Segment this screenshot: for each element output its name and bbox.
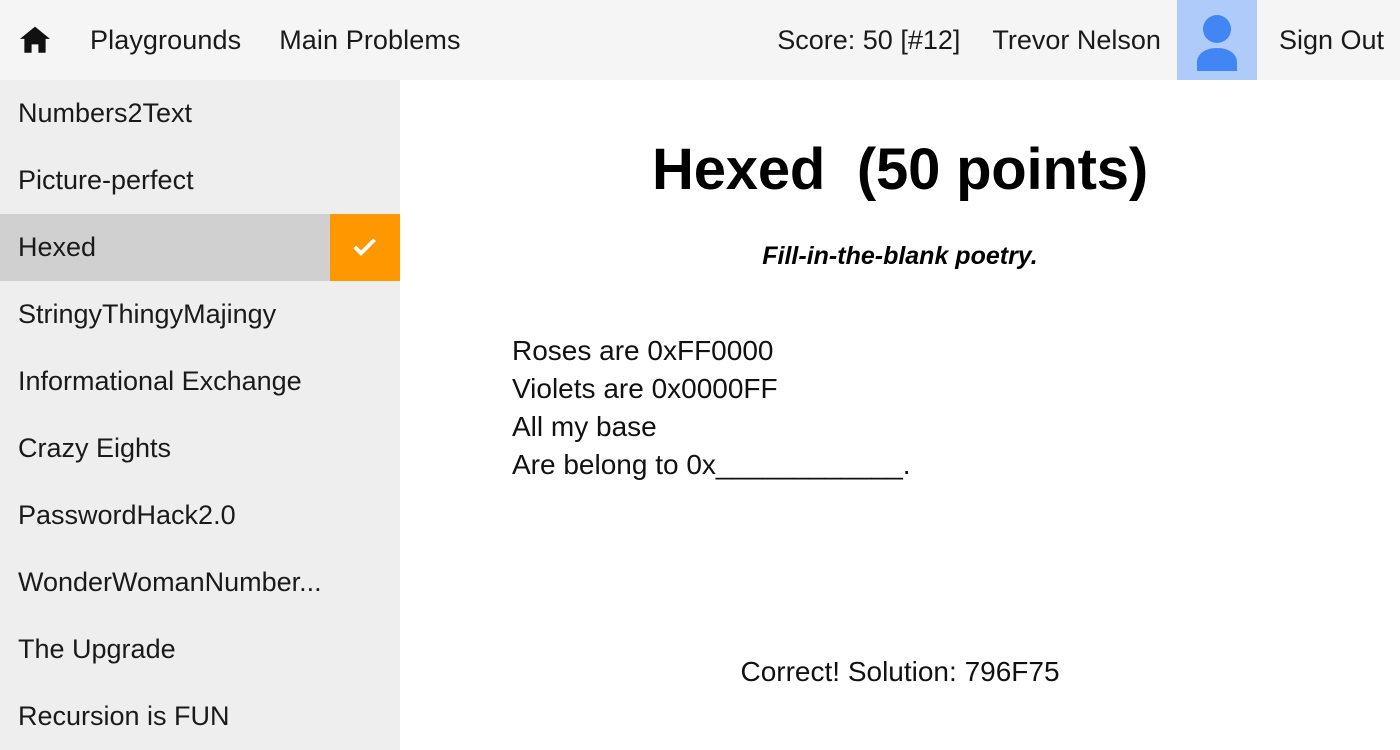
sidebar-item-label: StringyThingyMajingy [18,299,277,329]
nav-link-playgrounds[interactable]: Playgrounds [90,0,241,80]
sidebar-item-label: WonderWomanNumber... [18,567,322,597]
top-navigation-bar: Playgrounds Main Problems Score: 50 [#12… [0,0,1400,80]
sidebar-item-label: Picture-perfect [18,165,194,195]
problem-list-sidebar[interactable]: Numbers2Text Picture-perfect Hexed StringyT… [0,80,400,750]
sidebar-item[interactable]: The Upgrade [0,616,400,683]
sidebar-item[interactable]: Numbers2Text [0,80,400,147]
sidebar-item[interactable]: WonderWomanNumber... [0,549,400,616]
score-display: Score: 50 [#12] [777,24,961,55]
problem-subtitle: Fill-in-the-blank poetry. [762,242,1038,270]
sidebar-item[interactable]: Picture-perfect [0,147,400,214]
nav-link-main-problems[interactable]: Main Problems [279,0,460,80]
page-title: Hexed (50 points) [652,137,1148,202]
sidebar-item[interactable]: Crazy Eights [0,415,400,482]
problem-content-panel: Hexed (50 points) Fill-in-the-blank poet… [400,80,1400,750]
sign-out-button[interactable]: Sign Out [1279,25,1384,56]
sidebar-item-label: PasswordHack2.0 [18,500,236,530]
sidebar-item[interactable]: StringyThingyMajingy [0,281,400,348]
sidebar-item[interactable]: PasswordHack2.0 [0,482,400,549]
problem-poem-text: Roses are 0xFF0000 Violets are 0x0000FF … [512,335,911,480]
sidebar-item-label: The Upgrade [18,634,176,664]
sidebar-item-label: Crazy Eights [18,433,172,463]
sidebar-item[interactable]: Hexed [0,214,400,281]
user-avatar-icon[interactable] [1176,0,1257,80]
sidebar-item[interactable]: Recursion is FUN [0,683,400,750]
solved-check-icon [330,214,400,281]
solution-result-text: Correct! Solution: 796F75 [740,656,1060,687]
nav-left-group: Playgrounds Main Problems [0,0,461,80]
sidebar-item-label: Recursion is FUN [18,701,230,731]
sidebar-item-label: Hexed [18,232,97,262]
home-icon[interactable] [18,23,52,57]
sidebar-item-label: Numbers2Text [18,98,193,128]
sidebar-item-label: Informational Exchange [18,366,302,396]
nav-right-group: Score: 50 [#12] Trevor Nelson Sign Out [777,0,1400,80]
user-name-label[interactable]: Trevor Nelson [992,25,1161,56]
sidebar-item[interactable]: Informational Exchange [0,348,400,415]
